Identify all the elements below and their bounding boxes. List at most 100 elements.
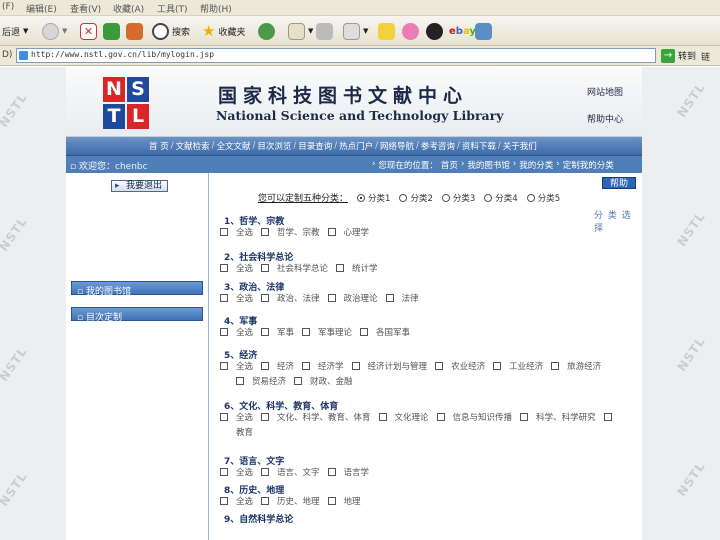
select-all-option: 全选 (220, 326, 253, 338)
breadcrumb-categories[interactable]: 我的分类 (519, 159, 553, 171)
radio-label: 分类3 (452, 193, 476, 204)
category-checkbox[interactable] (520, 413, 529, 421)
nav-navigation[interactable]: 网络导航 (380, 140, 414, 152)
category-checkbox[interactable] (220, 294, 228, 302)
category-option-label: 文化、科学、教育、体育 (277, 413, 371, 423)
menu-help[interactable]: 帮助(H) (200, 2, 232, 15)
nav-fulltext[interactable]: 全文文献 (216, 140, 250, 152)
category-checkbox[interactable] (220, 328, 228, 336)
messenger-button[interactable] (426, 21, 443, 41)
stop-button[interactable]: ✕ (80, 21, 97, 41)
category-checkbox[interactable] (302, 328, 311, 336)
help-center-link[interactable]: 帮助中心 (587, 112, 623, 125)
category-slot-radio-5[interactable] (526, 193, 535, 202)
category-checkbox[interactable] (220, 413, 228, 421)
dropdown-arrow-icon[interactable]: ▼ (62, 27, 67, 35)
mail-button[interactable]: ▼ (288, 21, 313, 41)
category-checkbox[interactable] (261, 264, 270, 272)
category-checkbox[interactable] (261, 328, 270, 336)
category-checkbox[interactable] (327, 497, 336, 505)
edit-button[interactable]: ▼ (343, 21, 368, 41)
nav-home[interactable]: 首 页 (149, 140, 169, 152)
category-checkbox[interactable] (327, 228, 336, 236)
category-slot-radio-3[interactable] (441, 193, 450, 202)
ebay-button[interactable]: ebay (449, 21, 476, 41)
category-slot-radio-1[interactable] (357, 193, 366, 202)
print-button[interactable] (316, 21, 333, 41)
links-label[interactable]: 链 (701, 50, 710, 63)
sidebar-item-my-library[interactable]: ▫ 我的图书馆 (71, 281, 203, 297)
category-slot-radio-2[interactable] (399, 193, 408, 202)
category-checkbox[interactable] (294, 377, 303, 385)
dropdown-arrow-icon[interactable]: ▼ (308, 27, 313, 35)
category-checkbox[interactable] (551, 362, 560, 370)
category-checkbox[interactable] (261, 228, 270, 236)
category-option-row: 全选 军事 军事理论 各国军事 (220, 326, 418, 338)
category-checkbox[interactable] (302, 362, 311, 370)
category-option-label: 全选 (236, 228, 254, 238)
go-button[interactable]: → 转到 (661, 48, 696, 63)
category-checkbox[interactable] (435, 362, 444, 370)
menu-view[interactable]: 查看(V) (70, 2, 101, 15)
back-button[interactable]: 后退 ▼ (2, 21, 28, 41)
category-checkbox[interactable] (261, 497, 270, 505)
category-checkbox[interactable] (336, 264, 345, 272)
search-button[interactable]: 搜索 (152, 21, 190, 41)
sidebar-item-toc-subscription[interactable]: ▫ 目次定制 (71, 307, 203, 323)
category-checkbox[interactable] (220, 264, 228, 272)
menu-tools[interactable]: 工具(T) (157, 2, 188, 15)
logout-button[interactable]: 我要退出 (111, 180, 169, 192)
dropdown-arrow-icon[interactable]: ▼ (363, 27, 368, 35)
nav-about[interactable]: 关于我们 (503, 140, 537, 152)
category-checkbox[interactable] (436, 413, 445, 421)
category-group-title: 9、自然科学总论 (224, 515, 294, 525)
category-checkbox[interactable] (360, 328, 369, 336)
site-title-english: National Science and Technology Library (216, 108, 504, 123)
refresh-button[interactable] (103, 21, 120, 41)
category-checkbox[interactable] (385, 294, 394, 302)
dropdown-arrow-icon[interactable]: ▼ (23, 27, 28, 35)
address-url: http://www.nstl.gov.cn/lib/mylogin.jsp (31, 50, 215, 59)
category-checkbox[interactable] (327, 294, 336, 302)
browser-toolbar: 后退 ▼ ▼ ✕ 搜索 ★ 收藏夹 ▼ ▼ ebay (0, 16, 720, 46)
category-checkbox[interactable] (378, 413, 387, 421)
category-checkbox[interactable] (351, 362, 360, 370)
category-checkbox[interactable] (261, 413, 270, 421)
menu-file[interactable]: (F) (2, 2, 14, 12)
menu-favorites[interactable]: 收藏(A) (113, 2, 144, 15)
category-checkbox[interactable] (603, 413, 612, 421)
nstl-logo[interactable]: N S T L (103, 77, 149, 131)
address-input[interactable]: http://www.nstl.gov.cn/lib/mylogin.jsp (16, 48, 656, 63)
nav-reference[interactable]: 参考咨询 (421, 140, 455, 152)
category-checkbox[interactable] (261, 294, 270, 302)
home-button[interactable] (126, 21, 143, 41)
help-button[interactable]: 帮助 (602, 177, 636, 189)
nav-portal[interactable]: 热点门户 (339, 140, 373, 152)
sitemap-link[interactable]: 网站地图 (587, 85, 623, 98)
category-checkbox[interactable] (220, 228, 228, 236)
category-slot-radio-4[interactable] (484, 193, 493, 202)
category-option-label: 全选 (236, 413, 254, 423)
users-button[interactable] (475, 21, 492, 41)
menu-edit[interactable]: 编辑(E) (26, 2, 57, 15)
breadcrumb-home[interactable]: 首页 (441, 159, 458, 171)
flower-button[interactable] (402, 21, 419, 41)
nav-download[interactable]: 资料下载 (462, 140, 496, 152)
nav-toc[interactable]: 目次浏览 (257, 140, 291, 152)
watermark: NSTL (0, 90, 31, 130)
breadcrumb-library[interactable]: 我的图书馆 (467, 159, 510, 171)
category-checkbox[interactable] (261, 362, 270, 370)
forward-button[interactable]: ▼ (42, 21, 67, 41)
category-checkbox[interactable] (220, 468, 228, 476)
notes-button[interactable] (378, 21, 395, 41)
category-checkbox[interactable] (261, 468, 270, 476)
category-checkbox[interactable] (220, 497, 228, 505)
nav-catalog[interactable]: 目录查询 (298, 140, 332, 152)
category-checkbox[interactable] (220, 362, 228, 370)
favorites-button[interactable]: ★ 收藏夹 (202, 21, 245, 41)
category-checkbox[interactable] (493, 362, 502, 370)
category-checkbox[interactable] (236, 377, 244, 385)
nav-search[interactable]: 文献检索 (176, 140, 210, 152)
category-checkbox[interactable] (327, 468, 336, 476)
history-button[interactable] (258, 21, 275, 41)
